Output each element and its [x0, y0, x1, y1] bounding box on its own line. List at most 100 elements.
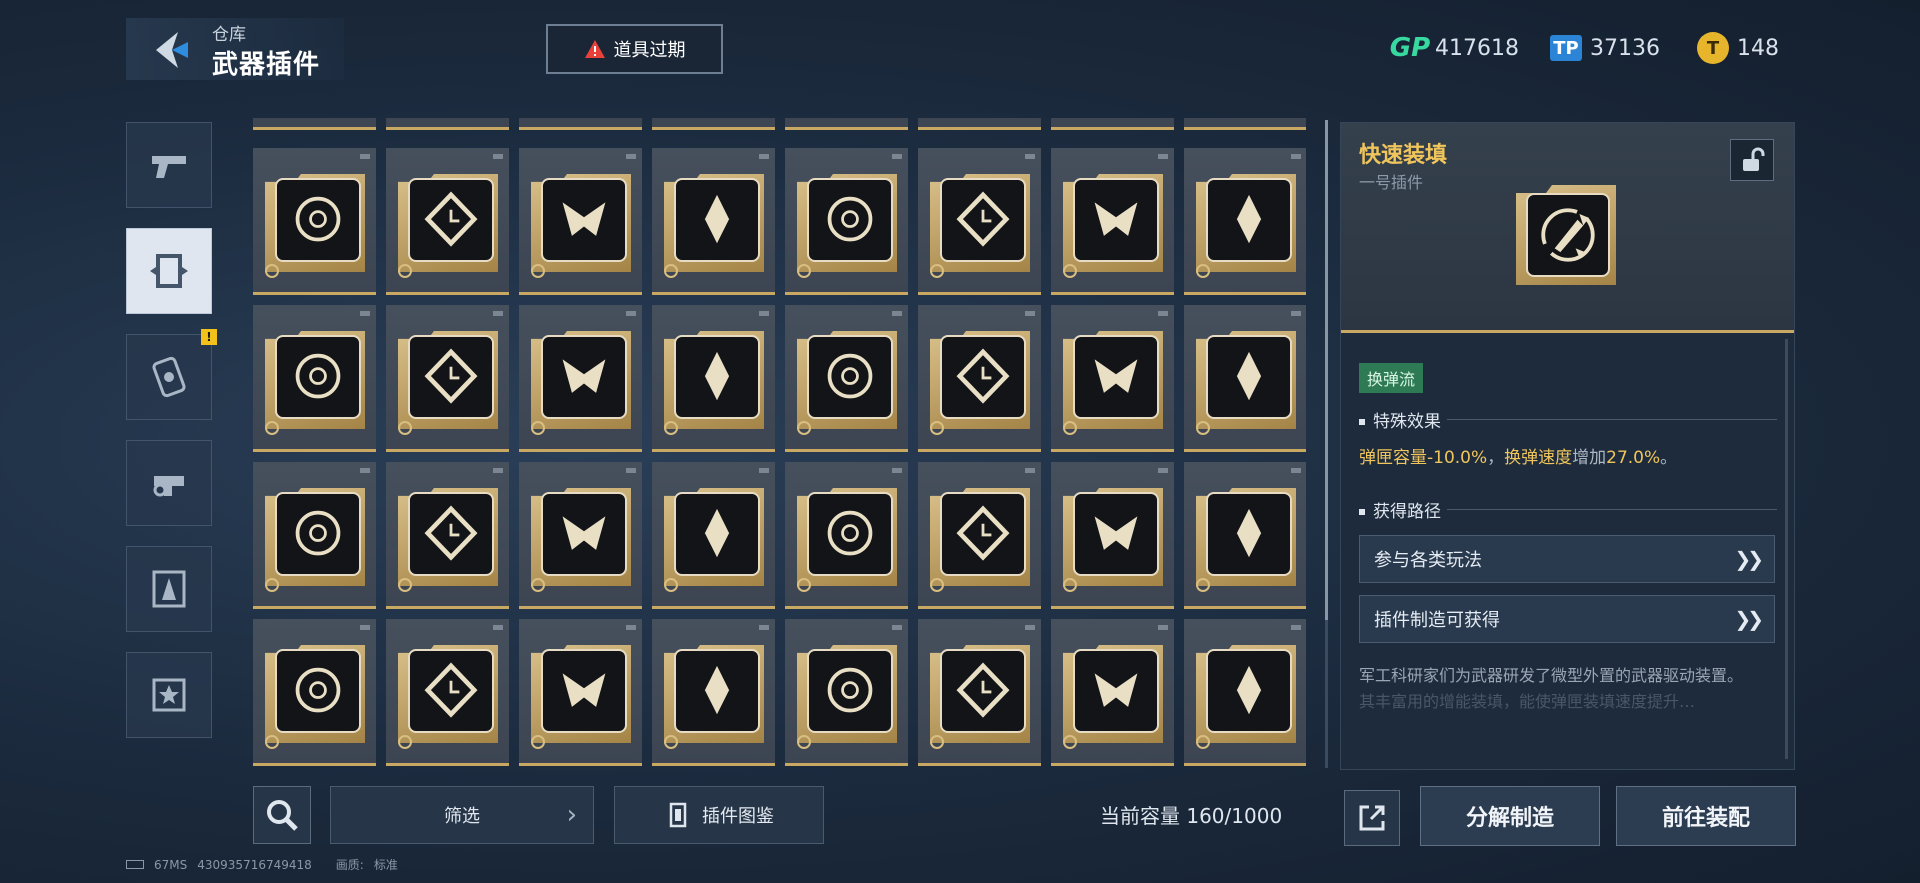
tile-corner-mark	[759, 468, 769, 473]
codex-icon	[669, 802, 687, 828]
tile-corner-mark	[493, 625, 503, 630]
share-button[interactable]	[1344, 790, 1400, 846]
tile-plate	[1073, 649, 1159, 733]
plugin-tile[interactable]	[1051, 462, 1174, 609]
rank-gear-icon	[930, 264, 944, 278]
expired-items-button[interactable]: 道具过期	[546, 24, 723, 74]
plugin-tile[interactable]	[1184, 462, 1306, 609]
currency-value: 37136	[1590, 35, 1660, 61]
tile-partial[interactable]	[1051, 118, 1174, 130]
category-tab-chip[interactable]: !	[126, 329, 217, 420]
tile-plate	[275, 492, 361, 576]
plugin-tile[interactable]	[785, 305, 908, 452]
filter-button[interactable]: 筛选 ›	[330, 786, 594, 844]
tile-partial[interactable]	[785, 118, 908, 130]
tile-partial[interactable]	[652, 118, 775, 130]
currency-value: 148	[1737, 35, 1779, 61]
plugin-style-tag: 换弹流	[1359, 363, 1424, 393]
plugin-tile[interactable]	[918, 305, 1041, 452]
tile-plate	[1073, 492, 1159, 576]
tile-corner-mark	[626, 468, 636, 473]
chevron-up-icon	[1236, 194, 1262, 244]
tile-partial[interactable]	[253, 118, 376, 130]
star-badge-icon	[152, 678, 186, 712]
source-route-gameplay[interactable]: 参与各类玩法 ❯❯	[1359, 535, 1775, 583]
plugin-tile[interactable]	[785, 462, 908, 609]
tile-corner-mark	[1158, 468, 1168, 473]
plugin-tile[interactable]	[386, 148, 509, 295]
category-tab-plugin[interactable]	[126, 228, 212, 314]
rank-gear-icon	[398, 421, 412, 435]
plugin-tile[interactable]	[652, 305, 775, 452]
plugin-tile[interactable]	[1184, 148, 1306, 295]
tile-plate	[275, 649, 361, 733]
search-button[interactable]	[253, 786, 311, 844]
rank-gear-icon	[1063, 264, 1077, 278]
plugin-codex-button[interactable]: 插件图鉴	[614, 786, 824, 844]
yin-swirl-icon	[424, 662, 478, 718]
category-tab-launcher[interactable]	[126, 440, 212, 526]
plugin-tile[interactable]	[785, 148, 908, 295]
codex-label: 插件图鉴	[702, 806, 774, 827]
plugin-tile[interactable]	[253, 148, 376, 295]
plugin-tile[interactable]	[386, 305, 509, 452]
tile-corner-mark	[1158, 311, 1168, 316]
tile-partial[interactable]	[386, 118, 509, 130]
plugin-tile[interactable]	[652, 462, 775, 609]
target-up-icon	[562, 359, 606, 393]
go-to-equip-button[interactable]: 前往装配	[1616, 786, 1796, 846]
rank-gear-icon	[265, 578, 279, 592]
detail-header: 快速装填 一号插件	[1341, 123, 1794, 333]
rank-gear-icon	[1196, 735, 1210, 749]
tile-corner-mark	[1025, 311, 1035, 316]
tile-partial[interactable]	[918, 118, 1041, 130]
plugin-tile[interactable]	[1051, 305, 1174, 452]
back-button[interactable]: 仓库 武器插件	[126, 18, 344, 80]
plugin-grid	[253, 118, 1306, 768]
plugin-tile[interactable]	[1184, 619, 1306, 766]
grid-scrollbar-thumb[interactable]	[1325, 120, 1328, 620]
plugin-tile[interactable]	[519, 462, 642, 609]
source-route-crafting[interactable]: 插件制造可获得 ❯❯	[1359, 595, 1775, 643]
plugin-tile[interactable]	[386, 619, 509, 766]
plugin-tile[interactable]	[1051, 148, 1174, 295]
plugin-tile[interactable]	[253, 462, 376, 609]
tile-corner-mark	[1025, 625, 1035, 630]
tile-plate	[408, 492, 494, 576]
tile-plate	[541, 649, 627, 733]
quality-label: 画质:	[335, 858, 364, 872]
capacity-indicator: 当前容量 160/1000	[1100, 800, 1282, 829]
category-tab-weapon[interactable]	[126, 122, 212, 208]
unlock-icon	[1743, 147, 1765, 171]
pistol-icon	[152, 156, 186, 178]
plugin-tile[interactable]	[519, 305, 642, 452]
tile-partial[interactable]	[519, 118, 642, 130]
detail-scrollbar[interactable]	[1785, 339, 1788, 759]
rank-gear-icon	[664, 421, 678, 435]
plugin-tile[interactable]	[918, 619, 1041, 766]
plugin-tile[interactable]	[253, 305, 376, 452]
plugin-tile[interactable]	[652, 148, 775, 295]
rank-gear-icon	[398, 578, 412, 592]
plugin-tile[interactable]	[519, 148, 642, 295]
category-tab-character[interactable]	[126, 546, 212, 632]
plugin-tile[interactable]	[1184, 305, 1306, 452]
rank-gear-icon	[797, 578, 811, 592]
plugin-tile[interactable]	[652, 619, 775, 766]
plugin-tile[interactable]	[918, 462, 1041, 609]
effect-part: 换弹速度	[1504, 448, 1573, 468]
category-tab-badge[interactable]	[126, 652, 212, 738]
tile-plate	[1206, 335, 1292, 419]
dismantle-craft-button[interactable]: 分解制造	[1420, 786, 1600, 846]
plugin-tile[interactable]	[519, 619, 642, 766]
tile-partial[interactable]	[1184, 118, 1306, 130]
plugin-tile[interactable]	[918, 148, 1041, 295]
plugin-tile[interactable]	[253, 619, 376, 766]
plugin-tile[interactable]	[785, 619, 908, 766]
chevron-right-icon: ›	[566, 800, 577, 830]
converge-arrows-icon	[704, 194, 730, 244]
rank-gear-icon	[531, 421, 545, 435]
lock-toggle-button[interactable]	[1730, 139, 1774, 181]
plugin-tile[interactable]	[386, 462, 509, 609]
plugin-tile[interactable]	[1051, 619, 1174, 766]
